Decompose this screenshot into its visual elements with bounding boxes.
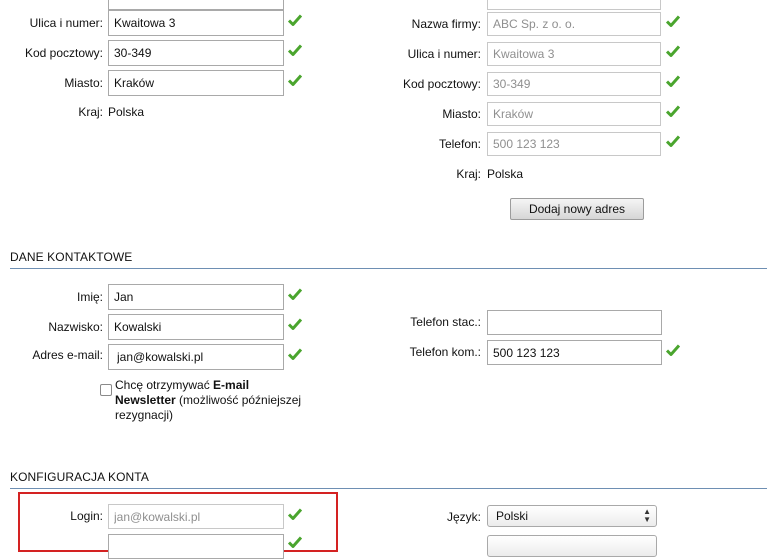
select-partial[interactable] [487, 535, 657, 557]
address-field-top-left-partial[interactable] [108, 0, 284, 10]
last-name-label: Nazwisko: [48, 320, 103, 334]
address-field-top-right-partial[interactable] [487, 0, 661, 10]
postal-input[interactable] [108, 40, 284, 66]
valid-check-icon [666, 75, 682, 89]
newsletter-text-prefix: Chcę otrzymywać [115, 378, 214, 392]
last-name-input[interactable] [108, 314, 284, 340]
street-input-right[interactable] [487, 42, 661, 66]
first-name-input[interactable] [108, 284, 284, 310]
valid-check-icon [288, 14, 304, 28]
valid-check-icon [288, 348, 304, 362]
newsletter-checkbox[interactable] [100, 384, 112, 396]
postal-input-right[interactable] [487, 72, 661, 96]
login-input[interactable] [108, 504, 284, 529]
landline-input[interactable] [487, 310, 662, 335]
valid-check-icon [288, 74, 304, 88]
postal-label-right: Kod pocztowy: [402, 77, 481, 91]
login-label: Login: [70, 509, 103, 523]
section-divider [10, 268, 767, 269]
select-arrows-icon: ▲ ▼ [643, 507, 651, 524]
section-divider [10, 488, 767, 489]
landline-label: Telefon stac.: [410, 315, 481, 329]
company-label: Nazwa firmy: [411, 17, 481, 31]
password-input-partial[interactable] [108, 534, 284, 559]
street-label: Ulica i numer: [29, 16, 103, 30]
valid-check-icon [666, 45, 682, 59]
valid-check-icon [288, 536, 304, 550]
valid-check-icon [288, 318, 304, 332]
city-input[interactable] [108, 70, 284, 96]
first-name-label: Imię: [76, 290, 103, 304]
contact-section-title: DANE KONTAKTOWE [10, 250, 133, 264]
valid-check-icon [666, 105, 682, 119]
account-section-title: KONFIGURACJA KONTA [10, 470, 149, 484]
email-input[interactable] [108, 344, 284, 370]
mobile-input[interactable] [487, 340, 662, 365]
mobile-label: Telefon kom.: [409, 345, 481, 359]
valid-check-icon [288, 508, 304, 522]
valid-check-icon [666, 15, 682, 29]
country-label: Kraj: [78, 105, 103, 119]
city-label: Miasto: [64, 76, 103, 90]
language-select[interactable]: Polski ▲ ▼ [487, 505, 657, 527]
add-address-button[interactable]: Dodaj nowy adres [510, 198, 644, 220]
valid-check-icon [666, 344, 682, 358]
postal-label: Kod pocztowy: [24, 46, 103, 60]
country-value-right: Polska [487, 167, 524, 181]
company-input[interactable] [487, 12, 661, 36]
phone-input-right[interactable] [487, 132, 661, 156]
street-label-right: Ulica i numer: [407, 47, 481, 61]
valid-check-icon [666, 135, 682, 149]
newsletter-label: Chcę otrzymywać E-mail Newsletter (możli… [115, 378, 305, 423]
language-label: Język: [446, 510, 481, 524]
country-label-right: Kraj: [456, 167, 481, 181]
city-label-right: Miasto: [442, 107, 481, 121]
phone-label-right: Telefon: [438, 137, 481, 151]
valid-check-icon [288, 288, 304, 302]
email-label: Adres e-mail: [32, 348, 103, 362]
street-input[interactable] [108, 10, 284, 36]
country-value: Polska [108, 105, 145, 119]
language-select-value: Polski [496, 509, 529, 523]
valid-check-icon [288, 44, 304, 58]
city-input-right[interactable] [487, 102, 661, 126]
